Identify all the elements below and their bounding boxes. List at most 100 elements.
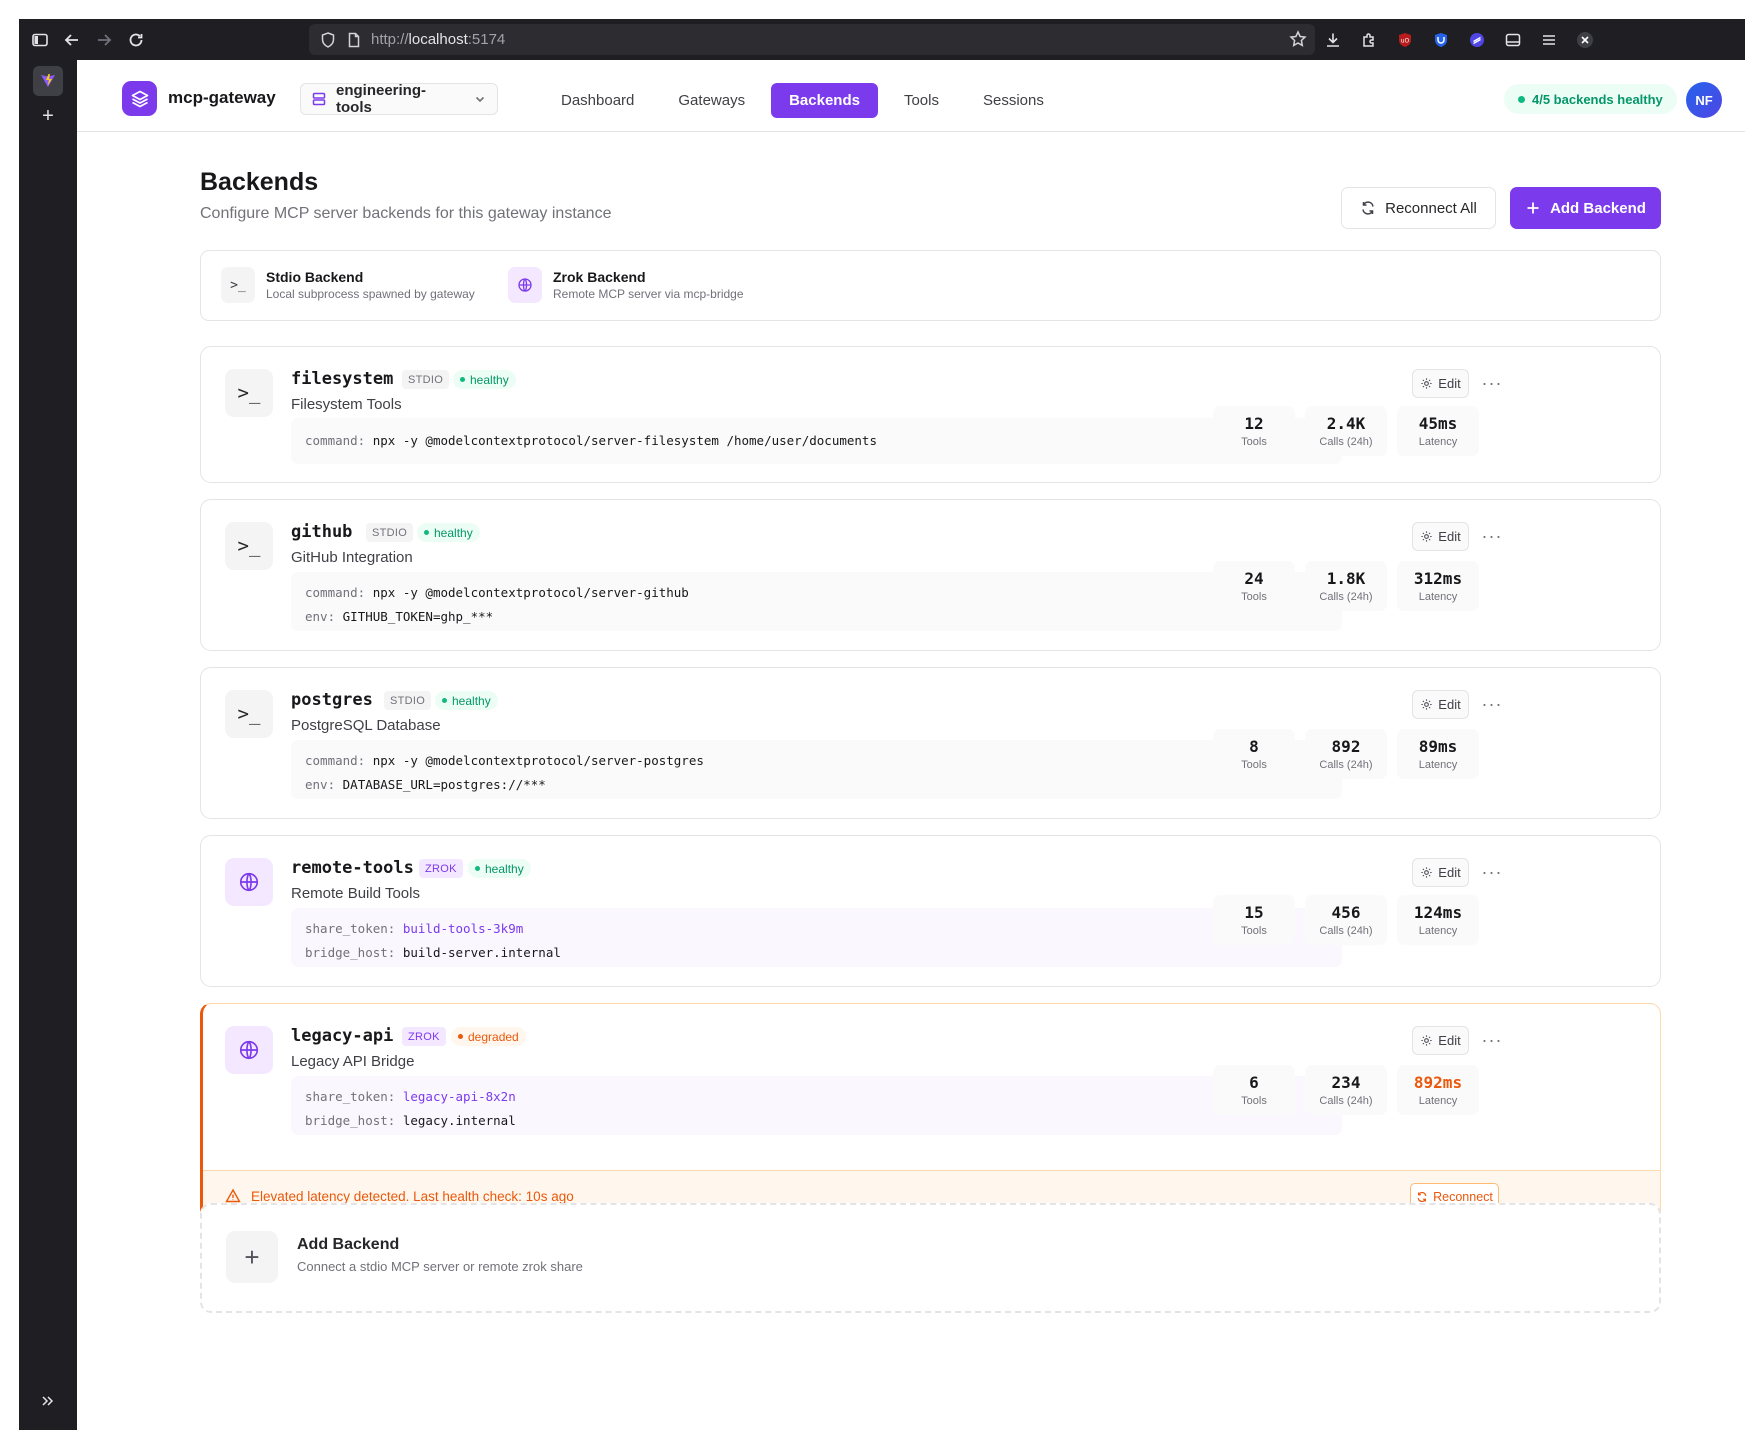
refresh-icon <box>1416 1191 1428 1203</box>
stat-label: Latency <box>1418 925 1458 937</box>
status-dot <box>475 866 480 871</box>
nav-tab-sessions[interactable]: Sessions <box>965 83 1062 118</box>
nav-tab-tools[interactable]: Tools <box>886 83 957 118</box>
reconnect-all-button[interactable]: Reconnect All <box>1341 187 1496 229</box>
privacy-extension-icon[interactable] <box>1459 19 1495 60</box>
status-text: healthy <box>470 372 509 387</box>
backend-type-legend: >_ Stdio Backend Local subprocess spawne… <box>200 250 1661 321</box>
stat-calls: 2.4K Calls (24h) <box>1305 406 1387 456</box>
nav-tab-backends[interactable]: Backends <box>771 83 878 118</box>
edit-label: Edit <box>1438 529 1461 544</box>
menu-icon[interactable] <box>1531 19 1567 60</box>
user-avatar[interactable]: NF <box>1686 82 1722 118</box>
edit-button[interactable]: Edit <box>1412 522 1469 551</box>
edit-button[interactable]: Edit <box>1412 369 1469 398</box>
backend-type-badge: ZROK <box>402 1027 446 1046</box>
stat-latency: 89ms Latency <box>1397 729 1479 779</box>
workspace-name: engineering-tools <box>336 82 427 116</box>
legend-stdio: >_ Stdio Backend Local subprocess spawne… <box>221 267 475 303</box>
app-name[interactable]: mcp-gateway <box>168 88 276 108</box>
stat-value: 6 <box>1249 1073 1259 1092</box>
new-tab-icon[interactable]: + <box>33 101 63 131</box>
config-value: build-server.internal <box>402 945 561 960</box>
config-key: command: <box>305 753 366 768</box>
stat-label: Latency <box>1418 1095 1458 1107</box>
config-line: command: npx -y @modelcontextprotocol/se… <box>305 581 1328 605</box>
backend-config: share_token: legacy-api-8x2n bridge_host… <box>291 1076 1342 1135</box>
browser-toolbar: http://localhost:5174 uO <box>19 19 1745 60</box>
config-value: npx -y @modelcontextprotocol/server-file… <box>372 433 877 448</box>
forward-icon[interactable] <box>86 19 122 60</box>
url-host: localhost <box>408 31 468 48</box>
more-options-icon[interactable]: ··· <box>1477 690 1507 719</box>
more-options-icon[interactable]: ··· <box>1477 369 1507 398</box>
sidebar-view-icon[interactable] <box>1495 19 1531 60</box>
legend-stdio-desc: Local subprocess spawned by gateway <box>266 287 475 301</box>
backend-name[interactable]: legacy-api <box>291 1026 393 1046</box>
downloads-icon[interactable] <box>1315 19 1351 60</box>
stat-value: 2.4K <box>1326 414 1366 433</box>
reload-icon[interactable] <box>118 19 154 60</box>
backend-description: GitHub Integration <box>291 549 413 566</box>
backend-name[interactable]: github <box>291 522 352 542</box>
page-subtitle: Configure MCP server backends for this g… <box>200 205 612 222</box>
close-window-icon[interactable] <box>1567 19 1603 60</box>
backend-config: share_token: build-tools-3k9m bridge_hos… <box>291 908 1342 967</box>
edit-button[interactable]: Edit <box>1412 858 1469 887</box>
stat-value: 12 <box>1244 414 1264 433</box>
edit-label: Edit <box>1438 376 1461 391</box>
backend-config: command: npx -y @modelcontextprotocol/se… <box>291 740 1342 799</box>
nav-tab-dashboard[interactable]: Dashboard <box>543 83 652 118</box>
stat-label: Tools <box>1241 591 1267 603</box>
stat-label: Tools <box>1241 1095 1267 1107</box>
stat-label: Calls (24h) <box>1319 1095 1373 1107</box>
bitwarden-icon[interactable] <box>1423 19 1459 60</box>
backend-name[interactable]: postgres <box>291 690 373 710</box>
backend-status-badge: healthy <box>435 691 498 710</box>
config-value: legacy.internal <box>402 1113 516 1128</box>
edit-button[interactable]: Edit <box>1412 1026 1469 1055</box>
config-key: bridge_host: <box>305 1113 396 1128</box>
backend-type-badge: ZROK <box>419 859 463 878</box>
stat-value: 312ms <box>1413 569 1463 588</box>
stat-tools: 24 Tools <box>1213 561 1295 611</box>
more-options-icon[interactable]: ··· <box>1477 522 1507 551</box>
more-options-icon[interactable]: ··· <box>1477 858 1507 887</box>
browser-window: http://localhost:5174 uO + mcp-gateway … <box>19 19 1745 1430</box>
server-icon <box>311 91 327 107</box>
workspace-select[interactable]: engineering-tools <box>300 82 498 116</box>
config-key: env: <box>305 609 336 624</box>
terminal-icon: >_ <box>225 369 273 417</box>
expand-sidebar-icon[interactable] <box>33 1386 63 1416</box>
extensions-icon[interactable] <box>1351 19 1387 60</box>
add-backend-title: Add Backend <box>297 1236 400 1253</box>
browser-sidebar: + <box>19 60 77 1430</box>
status-dot <box>1518 95 1525 103</box>
chevron-down-icon <box>473 92 487 106</box>
layers-logo-icon[interactable] <box>122 81 157 116</box>
backend-type-badge: STDIO <box>384 691 432 710</box>
ublock-icon[interactable]: uO <box>1387 19 1423 60</box>
edit-button[interactable]: Edit <box>1412 690 1469 719</box>
stat-value: 8 <box>1249 737 1259 756</box>
config-key: env: <box>305 777 336 792</box>
more-options-icon[interactable]: ··· <box>1477 1026 1507 1055</box>
add-backend-card[interactable]: + Add Backend Connect a stdio MCP server… <box>200 1203 1661 1313</box>
sidebar-toggle-icon[interactable] <box>22 19 58 60</box>
stat-label: Tools <box>1241 436 1267 448</box>
backend-name[interactable]: filesystem <box>291 369 393 389</box>
config-line: command: npx -y @modelcontextprotocol/se… <box>305 429 1328 453</box>
page-viewport: mcp-gateway engineering-tools Dashboard … <box>77 60 1745 1430</box>
backend-status-badge: healthy <box>453 370 516 389</box>
back-icon[interactable] <box>54 19 90 60</box>
backend-status-badge: degraded <box>451 1027 526 1046</box>
url-bar[interactable]: http://localhost:5174 <box>309 24 1315 55</box>
backend-config: command: npx -y @modelcontextprotocol/se… <box>291 418 1342 464</box>
bookmark-star-icon[interactable] <box>1289 30 1307 48</box>
legend-zrok-desc: Remote MCP server via mcp-bridge <box>553 287 744 301</box>
add-backend-button[interactable]: Add Backend <box>1510 187 1661 229</box>
nav-tab-gateways[interactable]: Gateways <box>660 83 763 118</box>
backend-name[interactable]: remote-tools <box>291 858 414 878</box>
vite-tab-icon[interactable] <box>33 66 63 96</box>
globe-icon <box>225 858 273 906</box>
